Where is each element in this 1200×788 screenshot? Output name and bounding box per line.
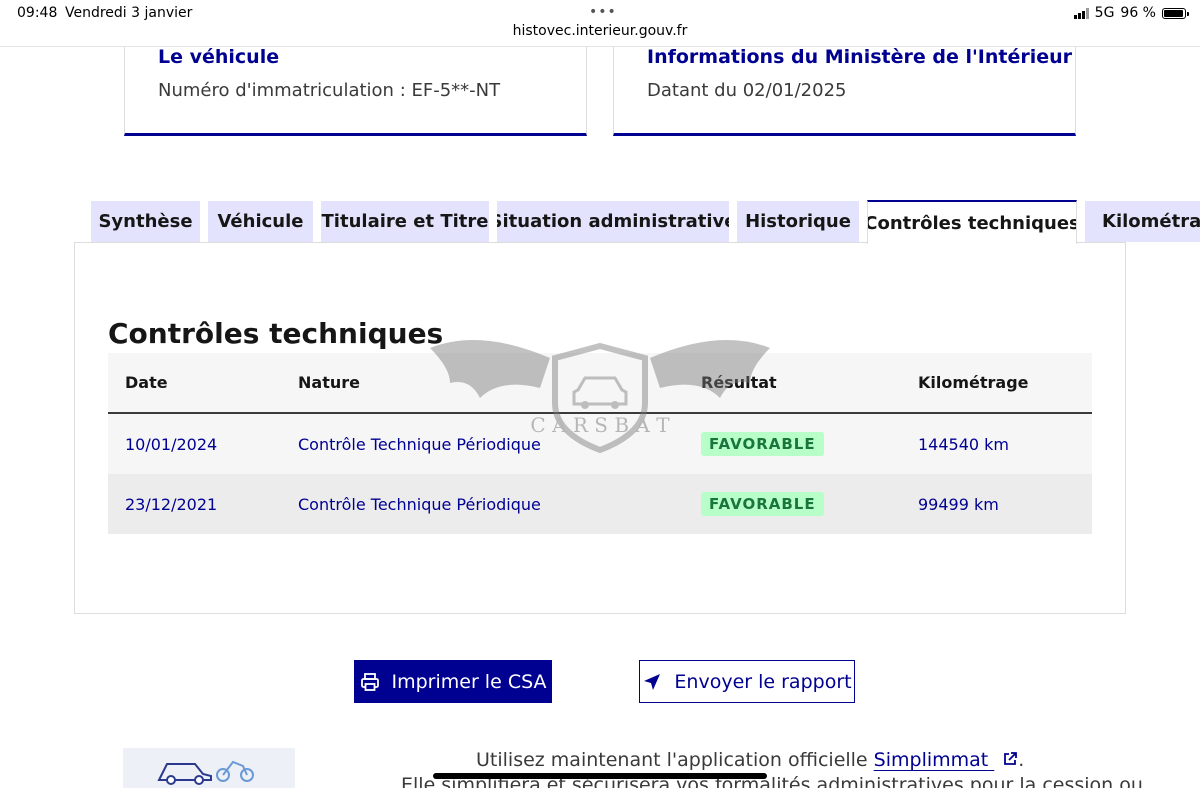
tab-bar: Synthèse Véhicule Titulaire et Titre Sit… [0, 200, 1200, 244]
tab-vehicule[interactable]: Véhicule [208, 201, 313, 242]
tab-synthese[interactable]: Synthèse [91, 201, 200, 242]
result-badge: FAVORABLE [701, 492, 824, 516]
simplimmat-promo-image [123, 748, 295, 788]
battery-text: 96 % [1120, 5, 1156, 21]
ministry-card-title: Informations du Ministère de l'Intérieur [647, 46, 1073, 68]
header-result: Résultat [701, 373, 777, 392]
row-result: FAVORABLE [701, 474, 824, 534]
promo-text-end: . [1018, 749, 1025, 771]
result-badge: FAVORABLE [701, 432, 824, 456]
print-csa-button[interactable]: Imprimer le CSA [354, 660, 552, 703]
row-nature: Contrôle Technique Périodique [298, 494, 541, 514]
table-row: 23/12/2021 Contrôle Technique Périodique… [108, 474, 1092, 534]
status-date: Vendredi 3 janvier [65, 5, 193, 21]
simplimmat-link[interactable]: Simplimmat [874, 749, 1019, 771]
row-result: FAVORABLE [701, 414, 824, 474]
printer-icon [360, 672, 379, 691]
signal-icon [1073, 7, 1089, 19]
network-label: 5G [1094, 5, 1115, 21]
tab-historique[interactable]: Historique [737, 201, 859, 242]
vehicle-card-title: Le véhicule [158, 46, 280, 68]
tab-controles-techniques[interactable]: Contrôles techniques [867, 200, 1077, 244]
tab-kilometrage[interactable]: Kilométrage [1085, 201, 1200, 242]
address-bar-url[interactable]: histovec.interieur.gouv.fr [0, 23, 1200, 39]
print-csa-label: Imprimer le CSA [391, 670, 547, 693]
home-indicator[interactable] [433, 773, 767, 779]
more-dots-icon[interactable]: ••• [589, 4, 617, 20]
header-km: Kilométrage [918, 373, 1029, 392]
promo-text-lead: Utilisez maintenant l'application offici… [476, 749, 874, 771]
header-nature: Nature [298, 373, 360, 392]
report-date: Datant du 02/01/2025 [647, 80, 847, 101]
tab-situation-administrative[interactable]: Situation administrative [497, 201, 729, 242]
car-moto-icon [157, 760, 254, 785]
send-report-button[interactable]: Envoyer le rapport [639, 660, 855, 703]
send-report-label: Envoyer le rapport [674, 670, 852, 693]
battery-tip [1187, 11, 1189, 16]
table-row: 10/01/2024 Contrôle Technique Périodique… [108, 414, 1092, 474]
row-km: 99499 km [918, 494, 999, 514]
registration-number: Numéro d'immatriculation : EF-5**-NT [158, 80, 501, 101]
status-indicators: 5G 96 % [1073, 5, 1189, 21]
status-bar: 09:48 Vendredi 3 janvier ••• histovec.in… [0, 0, 1200, 47]
status-time: 09:48 [17, 5, 58, 21]
section-title: Contrôles techniques [108, 317, 444, 350]
battery-fill [1164, 9, 1184, 17]
battery-icon [1162, 7, 1189, 19]
header-date: Date [125, 373, 168, 392]
promo-text: Utilisez maintenant l'application offici… [476, 749, 1024, 771]
row-km: 144540 km [918, 434, 1010, 454]
row-nature: Contrôle Technique Périodique [298, 434, 541, 454]
row-date: 23/12/2021 [125, 494, 218, 514]
send-arrow-icon [644, 673, 661, 690]
simplimmat-link-label: Simplimmat [873, 749, 989, 771]
page: 09:48 Vendredi 3 janvier ••• histovec.in… [0, 0, 1200, 788]
row-date: 10/01/2024 [125, 434, 218, 454]
table-header: Date Nature Résultat Kilométrage [108, 353, 1092, 414]
inspection-table: Date Nature Résultat Kilométrage 10/01/2… [108, 353, 1092, 534]
external-link-icon [1004, 752, 1018, 765]
tab-titulaire-titre[interactable]: Titulaire et Titre [321, 201, 489, 242]
